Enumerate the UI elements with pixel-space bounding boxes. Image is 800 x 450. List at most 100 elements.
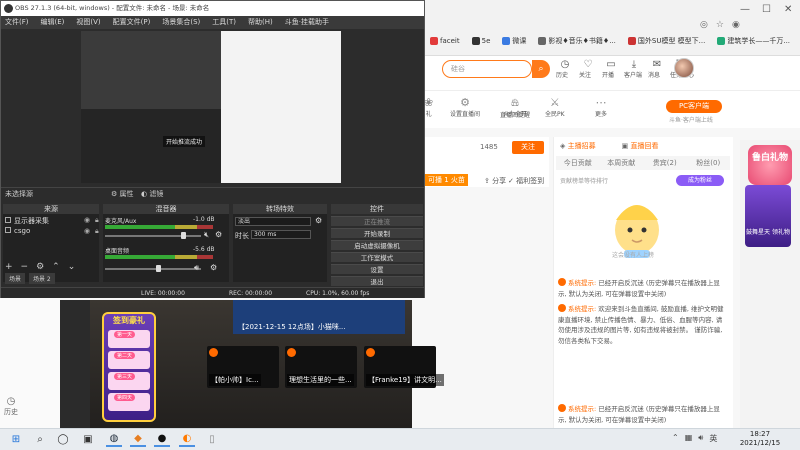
mixer-mic-db: -1.0 dB bbox=[193, 216, 215, 223]
menu-view[interactable]: 视图(V) bbox=[76, 16, 100, 29]
steam-icon[interactable]: ◍ bbox=[106, 431, 122, 447]
taskview-icon[interactable]: ◯ bbox=[55, 431, 71, 447]
search-icon[interactable]: ⌕ bbox=[32, 431, 48, 447]
history-icon[interactable]: ◷ 历史 bbox=[556, 59, 572, 79]
bookmark-item[interactable]: 国外SU模型 模型下... bbox=[627, 36, 705, 46]
source-checkbox[interactable] bbox=[5, 227, 11, 233]
exit-button[interactable]: 退出 bbox=[331, 276, 423, 286]
down-arrow-icon[interactable]: ⌄ bbox=[68, 262, 76, 272]
scene-item[interactable]: 场景 2 bbox=[29, 273, 55, 284]
close-icon[interactable]: ✕ bbox=[784, 4, 792, 15]
obs-icon[interactable]: ● bbox=[154, 431, 170, 447]
taskview-windows-icon[interactable]: ▣ bbox=[80, 431, 96, 447]
file-icon[interactable]: ▯ bbox=[204, 431, 220, 447]
desktop-fader-handle[interactable] bbox=[156, 265, 161, 272]
bookmark-item[interactable]: 建筑学长——千万... bbox=[717, 36, 790, 46]
tray-expand-icon[interactable]: ⌃ bbox=[672, 433, 679, 444]
duration-input[interactable]: 300 ms bbox=[251, 230, 311, 239]
start-recording-button[interactable]: 开始录制 bbox=[331, 228, 423, 238]
search-icon[interactable]: ⌕ bbox=[532, 60, 550, 78]
nav-room-settings[interactable]: ⚙ 设置直播间 bbox=[450, 96, 480, 118]
lock-icon[interactable]: 🔒︎ bbox=[95, 216, 99, 225]
transition-select[interactable]: 淡出 bbox=[235, 217, 311, 226]
mic-fader[interactable] bbox=[105, 235, 201, 237]
gear-icon[interactable]: ⚙ bbox=[215, 230, 222, 239]
sidebar-history[interactable]: ◷ 历史 bbox=[4, 396, 18, 417]
menu-edit[interactable]: 编辑(E) bbox=[41, 16, 65, 29]
source-item[interactable]: csgo ◉ 🔒︎ bbox=[5, 227, 99, 235]
gear-icon[interactable]: ⚙ bbox=[36, 262, 44, 272]
checkin-button[interactable]: ✓ 福利签到 bbox=[508, 176, 544, 186]
search-input[interactable]: 硅谷 bbox=[442, 60, 532, 78]
menu-scene-collection[interactable]: 场景集合(S) bbox=[162, 16, 200, 29]
maximize-icon[interactable]: ☐ bbox=[762, 4, 771, 15]
remove-icon[interactable]: − bbox=[21, 262, 29, 272]
gift-top-button[interactable] bbox=[748, 145, 792, 185]
bookmark-star-icon[interactable]: ☆ bbox=[716, 20, 724, 30]
input-language[interactable]: 英 bbox=[709, 433, 717, 444]
add-icon[interactable]: + bbox=[5, 262, 13, 272]
mic-fader-handle[interactable] bbox=[181, 232, 186, 239]
browser-icon[interactable]: ◐ bbox=[179, 431, 195, 447]
mute-icon[interactable]: 🔇︎ bbox=[204, 230, 209, 240]
start-icon[interactable]: ⊞ bbox=[8, 431, 24, 447]
settings-button[interactable]: 设置 bbox=[331, 264, 423, 274]
network-icon[interactable]: ▦ bbox=[685, 433, 693, 444]
menu-douyu[interactable]: 斗鱼·挂载助手 bbox=[285, 16, 329, 29]
message-icon[interactable]: ✉ 消息 bbox=[648, 59, 664, 79]
chat-top-recruit[interactable]: ◈ 主播招募 bbox=[560, 141, 596, 151]
menu-file[interactable]: 文件(F) bbox=[5, 16, 29, 29]
eye-icon[interactable]: ◉ bbox=[84, 216, 90, 224]
download-icon[interactable]: ⤓ 客户端 bbox=[624, 59, 642, 79]
virtual-camera-button[interactable]: 启动虚拟摄像机 bbox=[331, 240, 423, 250]
pc-client-button[interactable]: PC客户端 bbox=[666, 100, 722, 113]
bookmark-item[interactable]: 5e bbox=[471, 36, 490, 46]
bookmark-item[interactable]: faceit bbox=[430, 36, 460, 46]
menu-tools[interactable]: 工具(T) bbox=[212, 16, 236, 29]
gift-card[interactable] bbox=[745, 185, 791, 247]
tab-today[interactable]: 今日贡献 bbox=[556, 156, 600, 170]
extension-icon[interactable]: ◎ bbox=[700, 20, 708, 30]
share-button[interactable]: ⇪ 分享 bbox=[484, 176, 506, 186]
lock-icon[interactable]: 🔒︎ bbox=[95, 227, 99, 236]
avatar[interactable] bbox=[674, 58, 694, 78]
clock[interactable]: 18:27 2021/12/15 bbox=[734, 430, 786, 448]
mixer-header: 混音器 bbox=[103, 204, 229, 214]
nav-gift[interactable]: ❀ 礼 bbox=[424, 96, 433, 118]
obs-titlebar[interactable]: OBS 27.1.3 (64-bit, windows) - 配置文件: 未命名… bbox=[1, 1, 424, 16]
nav-more[interactable]: ⋯ 更多 bbox=[595, 96, 607, 118]
profile-icon[interactable]: ◉ bbox=[732, 20, 740, 30]
hot-badge: 可播 1 火苗 bbox=[425, 174, 468, 186]
gear-icon[interactable]: ⚙ bbox=[315, 216, 322, 225]
become-fan-button[interactable]: 成为粉丝 bbox=[676, 175, 724, 186]
filters-button[interactable]: ◐ 滤镜 bbox=[141, 189, 163, 199]
bookmark-item[interactable]: 影视♦音乐♦书籍♦... bbox=[538, 36, 616, 46]
source-checkbox[interactable] bbox=[5, 217, 11, 223]
up-arrow-icon[interactable]: ⌃ bbox=[52, 262, 60, 272]
follow-icon[interactable]: ♡ 关注 bbox=[579, 59, 595, 79]
nav-pk[interactable]: ⚔ 全民PK bbox=[545, 96, 565, 118]
tab-fans[interactable]: 粉丝(0) bbox=[687, 156, 731, 170]
follow-button[interactable]: 关注 bbox=[512, 141, 544, 154]
studio-mode-button[interactable]: 工作室模式 bbox=[331, 252, 423, 262]
properties-button[interactable]: ⚙ 属性 bbox=[111, 189, 134, 199]
broadcast-icon[interactable]: ▭ 开播 bbox=[602, 59, 618, 79]
no-source-label: 未选择源 bbox=[5, 190, 33, 198]
scene-item[interactable]: 场景 bbox=[5, 273, 26, 284]
nav-firepower[interactable]: ♨ 火力全开 bbox=[503, 96, 527, 118]
menu-help[interactable]: 帮助(H) bbox=[248, 16, 273, 29]
chat-top-replay[interactable]: ▣ 直播回看 bbox=[622, 141, 659, 151]
bookmark-item[interactable]: 微课 bbox=[502, 36, 526, 46]
volume-icon[interactable]: 🔊︎ bbox=[698, 433, 703, 444]
speaker-icon[interactable]: 🔊︎ bbox=[194, 263, 199, 273]
minimize-icon[interactable]: — bbox=[740, 4, 750, 15]
desktop-fader[interactable] bbox=[105, 268, 201, 270]
gear-icon[interactable]: ⚙ bbox=[210, 263, 217, 272]
source-item[interactable]: 显示器采集 ◉ 🔒︎ bbox=[5, 216, 99, 226]
tab-vip[interactable]: 贵宾(2) bbox=[643, 156, 687, 170]
menu-profile[interactable]: 配置文件(P) bbox=[113, 16, 151, 29]
tab-week[interactable]: 本周贡献 bbox=[600, 156, 644, 170]
csgo-icon[interactable]: ◆ bbox=[130, 431, 146, 447]
eye-icon[interactable]: ◉ bbox=[84, 227, 90, 235]
start-streaming-button[interactable]: 正在推流 bbox=[331, 216, 423, 226]
